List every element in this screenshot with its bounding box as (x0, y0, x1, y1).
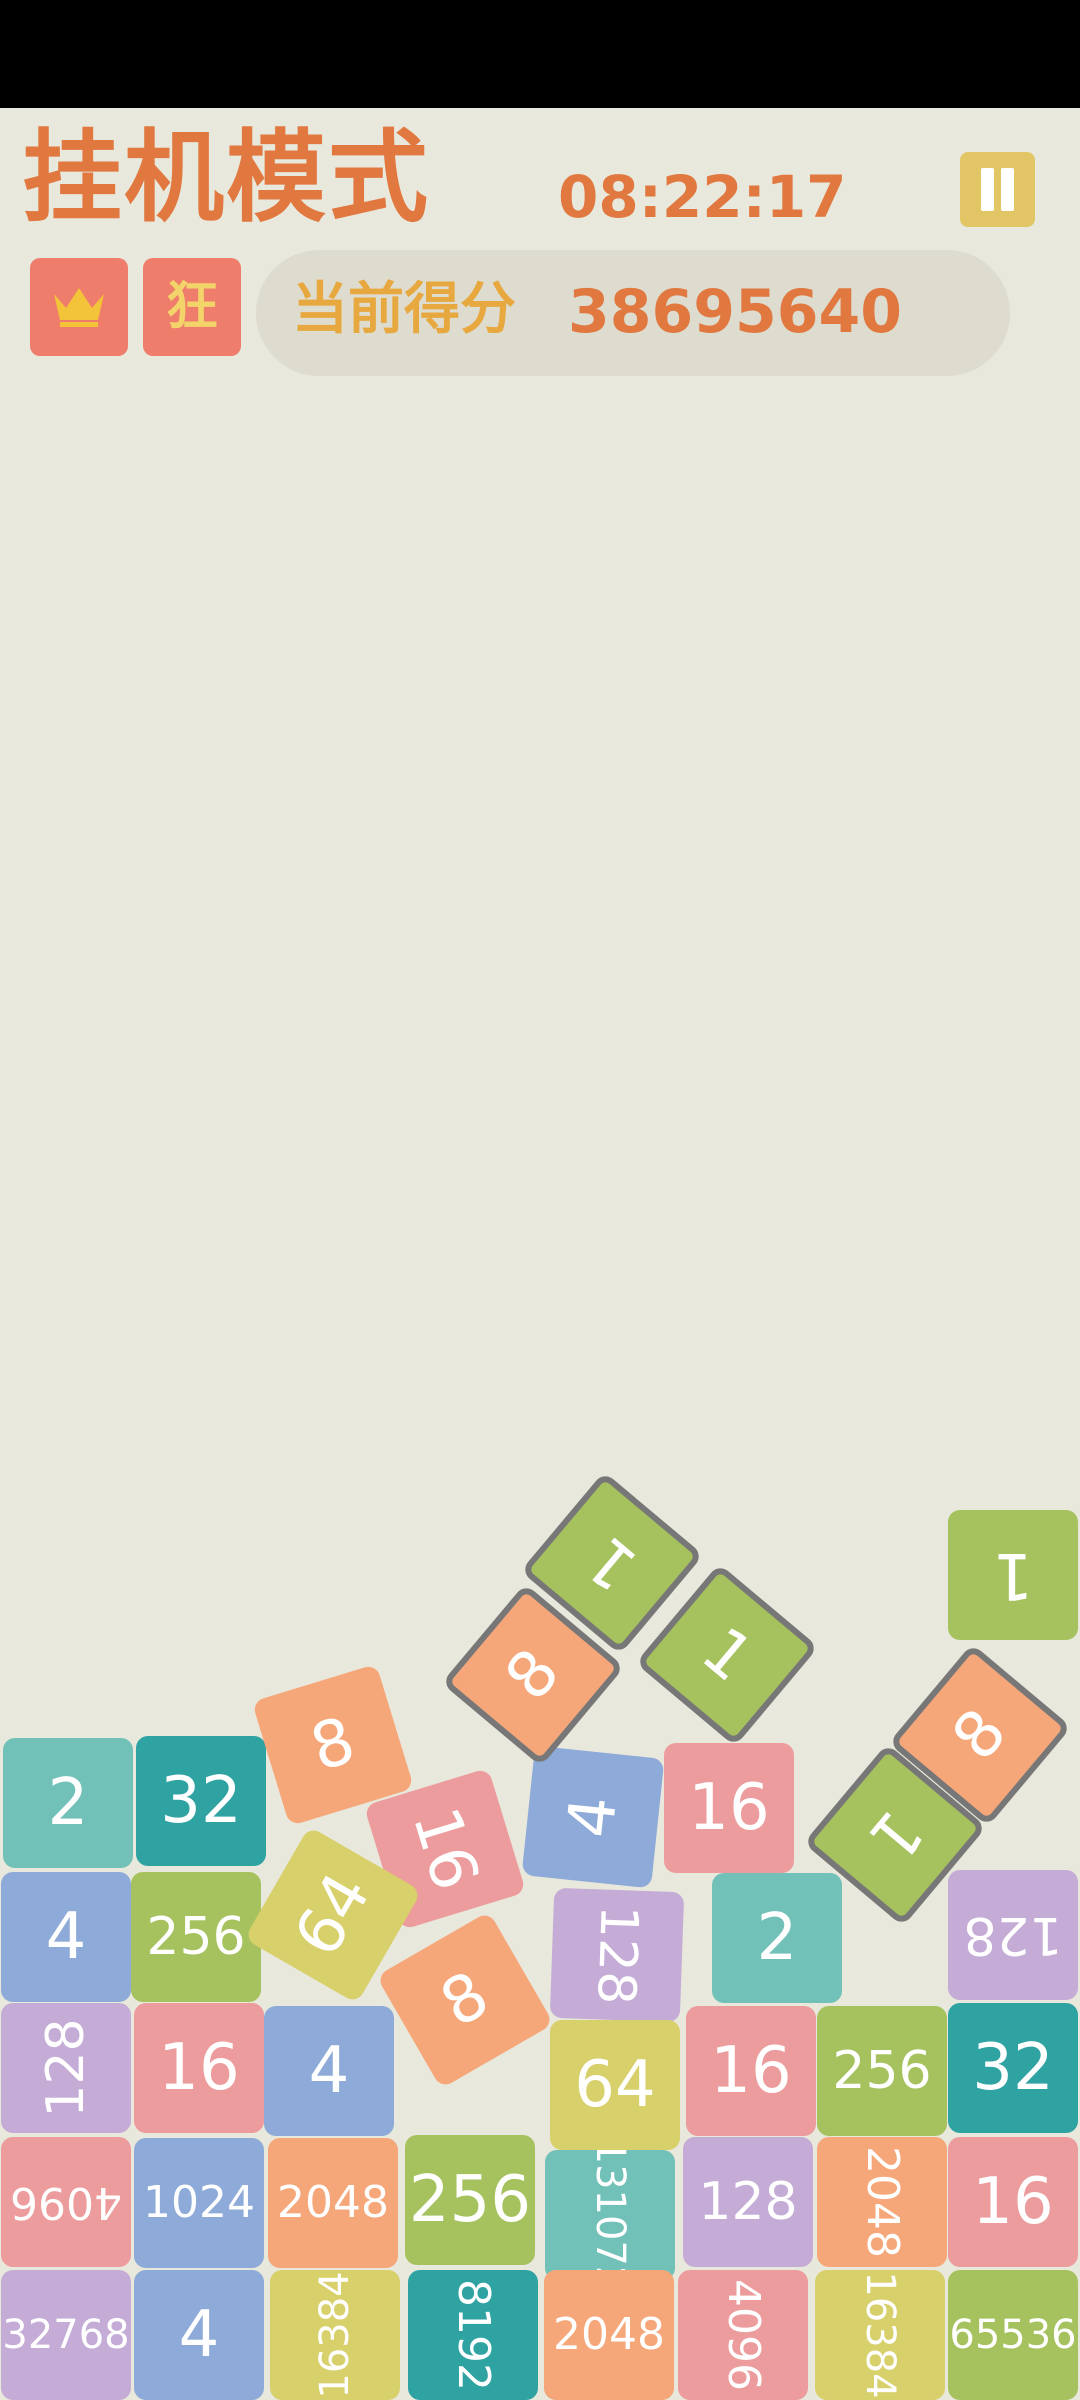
mode-badge-label: 狂 (165, 277, 218, 337)
tile: 32 (136, 1736, 266, 1866)
game-timer: 08:22:17 (558, 163, 847, 231)
status-bar (0, 0, 1080, 108)
pause-icon (981, 168, 994, 211)
tile: 16384 (270, 2270, 400, 2400)
tile: 2048 (544, 2270, 674, 2400)
tile: 256 (817, 2006, 947, 2136)
tile: 1024 (134, 2138, 264, 2268)
tile: 4096 (1, 2137, 131, 2267)
mode-title: 挂机模式 (22, 119, 430, 236)
tile: 8 (376, 1911, 554, 2089)
tile: 16 (134, 2003, 264, 2133)
mode-badge[interactable]: 狂 (143, 258, 241, 356)
crown-icon (54, 288, 104, 327)
score-label: 当前得分 (292, 277, 516, 342)
tile: 4 (1, 1872, 131, 2002)
tile: 65536 (948, 2270, 1078, 2400)
tile: 4 (521, 1745, 665, 1889)
tile: 2048 (268, 2138, 398, 2268)
tile: 4 (264, 2006, 394, 2136)
tile: 128 (683, 2137, 813, 2267)
tile: 2048 (817, 2137, 947, 2267)
tile: 256 (131, 1872, 261, 2002)
tile: 16 (686, 2006, 816, 2136)
pause-button[interactable] (960, 152, 1035, 227)
tile: 16 (664, 1743, 794, 1873)
tile: 1 (948, 1510, 1078, 1640)
tile: 64 (550, 2020, 680, 2150)
tile: 8192 (408, 2270, 538, 2400)
tile: 16 (948, 2137, 1078, 2267)
tile: 128 (1, 2003, 131, 2133)
leaderboard-button[interactable] (30, 258, 128, 356)
tile: 4096 (678, 2270, 808, 2400)
tile: 32768 (1, 2270, 131, 2400)
tile: 2 (3, 1738, 133, 1868)
tile: 2 (712, 1873, 842, 2003)
tile: 32 (948, 2003, 1078, 2133)
tile: 131072 (545, 2150, 675, 2280)
score-value: 38695640 (568, 277, 902, 347)
score-panel: 当前得分 38695640 (256, 250, 1010, 376)
tile: 256 (405, 2135, 535, 2265)
tile: 128 (948, 1870, 1078, 2000)
tile: 16384 (815, 2270, 945, 2400)
tile: 128 (549, 1887, 685, 2023)
tile: 4 (134, 2270, 264, 2400)
